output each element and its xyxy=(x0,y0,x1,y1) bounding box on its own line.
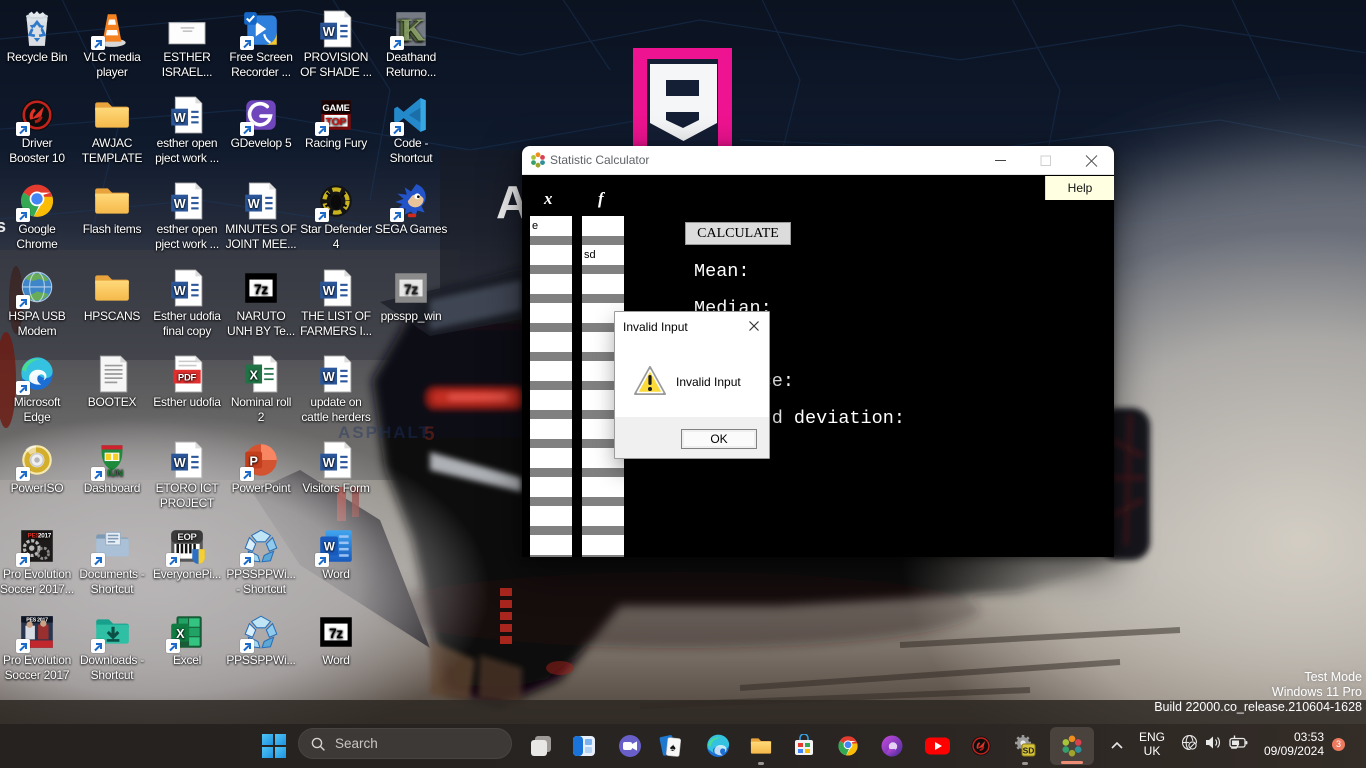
svg-text:SD: SD xyxy=(1023,746,1035,756)
